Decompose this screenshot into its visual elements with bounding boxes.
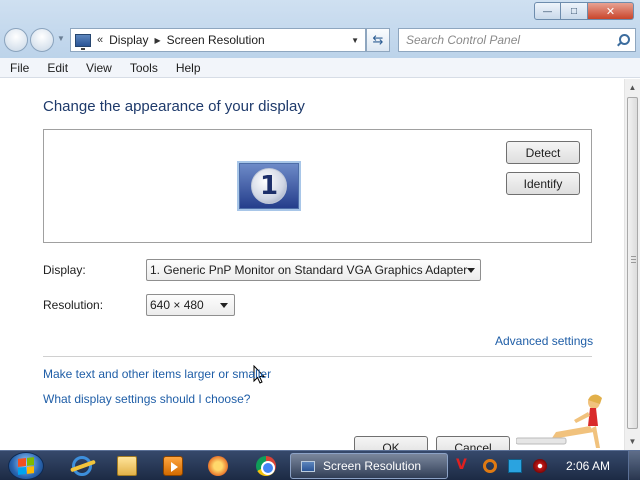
tray-disc-icon[interactable]: [533, 459, 547, 473]
app-icon[interactable]: [208, 456, 228, 476]
display-icon: [75, 33, 91, 50]
hidden-crumbs-chevron[interactable]: «: [97, 34, 103, 46]
search-input[interactable]: Search Control Panel: [398, 28, 636, 52]
display-settings-help-link[interactable]: What display settings should I choose?: [43, 392, 250, 406]
display-label: Display:: [43, 263, 86, 277]
text-size-link[interactable]: Make text and other items larger or smal…: [43, 367, 271, 381]
minimize-icon: —: [543, 6, 552, 16]
show-desktop-button[interactable]: [628, 451, 640, 480]
media-player-icon[interactable]: [163, 456, 183, 476]
clock[interactable]: 2:06 AM: [566, 459, 610, 473]
animated-character-icon: [516, 394, 602, 448]
close-button[interactable]: ✕: [588, 2, 634, 20]
detect-button[interactable]: Detect: [506, 141, 580, 164]
menu-file[interactable]: File: [0, 61, 37, 75]
minimize-button[interactable]: —: [534, 2, 561, 20]
resolution-dropdown-value: 640 × 480: [150, 298, 204, 312]
menu-help[interactable]: Help: [166, 61, 209, 75]
scrollbar-thumb[interactable]: [627, 97, 638, 429]
start-button[interactable]: [8, 452, 44, 480]
menu-tools[interactable]: Tools: [120, 61, 166, 75]
taskbar-window-label: Screen Resolution: [323, 459, 422, 473]
search-placeholder: Search Control Panel: [406, 33, 521, 47]
tray-antivirus-icon[interactable]: V: [456, 457, 470, 473]
page-title: Change the appearance of your display: [43, 98, 305, 115]
menu-view[interactable]: View: [76, 61, 120, 75]
back-button[interactable]: [4, 28, 28, 52]
maximize-button[interactable]: □: [561, 2, 588, 20]
menu-bar: File Edit View Tools Help: [0, 58, 640, 78]
identify-button[interactable]: Identify: [506, 172, 580, 195]
divider: [43, 356, 592, 357]
taskbar-screen-resolution[interactable]: Screen Resolution: [290, 453, 448, 479]
monitor-number: 1: [259, 171, 279, 201]
resolution-dropdown[interactable]: 640 × 480: [146, 294, 235, 316]
vertical-scrollbar[interactable]: ▲ ▼: [624, 79, 640, 450]
breadcrumb-screen-resolution[interactable]: Screen Resolution: [167, 33, 265, 47]
display-dropdown[interactable]: 1. Generic PnP Monitor on Standard VGA G…: [146, 259, 481, 281]
maximize-icon: □: [570, 5, 578, 17]
scroll-down-icon[interactable]: ▼: [628, 437, 637, 446]
menu-edit[interactable]: Edit: [37, 61, 76, 75]
taskbar: Screen Resolution V 2:06 AM: [0, 450, 640, 480]
advanced-settings-link[interactable]: Advanced settings: [495, 334, 593, 348]
grip-icon: [631, 256, 636, 265]
forward-button[interactable]: [30, 28, 54, 52]
display-icon: [301, 460, 315, 472]
breadcrumb-display[interactable]: Display: [109, 33, 148, 47]
chrome-icon[interactable]: [256, 456, 276, 476]
folder-icon[interactable]: [117, 456, 137, 476]
monitor-1-thumbnail[interactable]: 1: [237, 161, 301, 211]
ok-button[interactable]: OK: [354, 436, 428, 450]
chevron-down-icon: [467, 267, 476, 273]
monitor-number-badge: 1: [251, 168, 287, 204]
resolution-label: Resolution:: [43, 298, 104, 312]
cancel-button[interactable]: Cancel: [436, 436, 510, 450]
close-icon: ✕: [605, 5, 616, 18]
recent-pages-icon[interactable]: ▼: [57, 34, 65, 43]
navigation-row: ▼ « Display ▶ Screen Resolution ▼ ⇆ Sear…: [0, 24, 640, 54]
windows-start-icon: [18, 457, 34, 475]
scroll-up-icon[interactable]: ▲: [628, 83, 637, 92]
content-area: Change the appearance of your display 1 …: [0, 79, 624, 450]
refresh-button[interactable]: ⇆: [366, 28, 390, 52]
window-titlebar: — □ ✕ ▼ « Display ▶ Screen Resolution ▼ …: [0, 0, 640, 58]
display-dropdown-value: 1. Generic PnP Monitor on Standard VGA G…: [150, 263, 468, 277]
chevron-down-icon: [220, 302, 228, 308]
tray-screen-icon[interactable]: [508, 459, 522, 473]
address-bar[interactable]: « Display ▶ Screen Resolution ▼: [70, 28, 366, 52]
window-controls: — □ ✕: [534, 2, 634, 20]
ie-icon[interactable]: [72, 456, 92, 476]
refresh-icon: ⇆: [372, 32, 384, 47]
breadcrumb-arrow-icon[interactable]: ▶: [154, 36, 160, 45]
tray-key-icon[interactable]: [483, 459, 497, 473]
chevron-down-icon[interactable]: ▼: [351, 36, 359, 45]
search-icon[interactable]: [617, 34, 630, 46]
